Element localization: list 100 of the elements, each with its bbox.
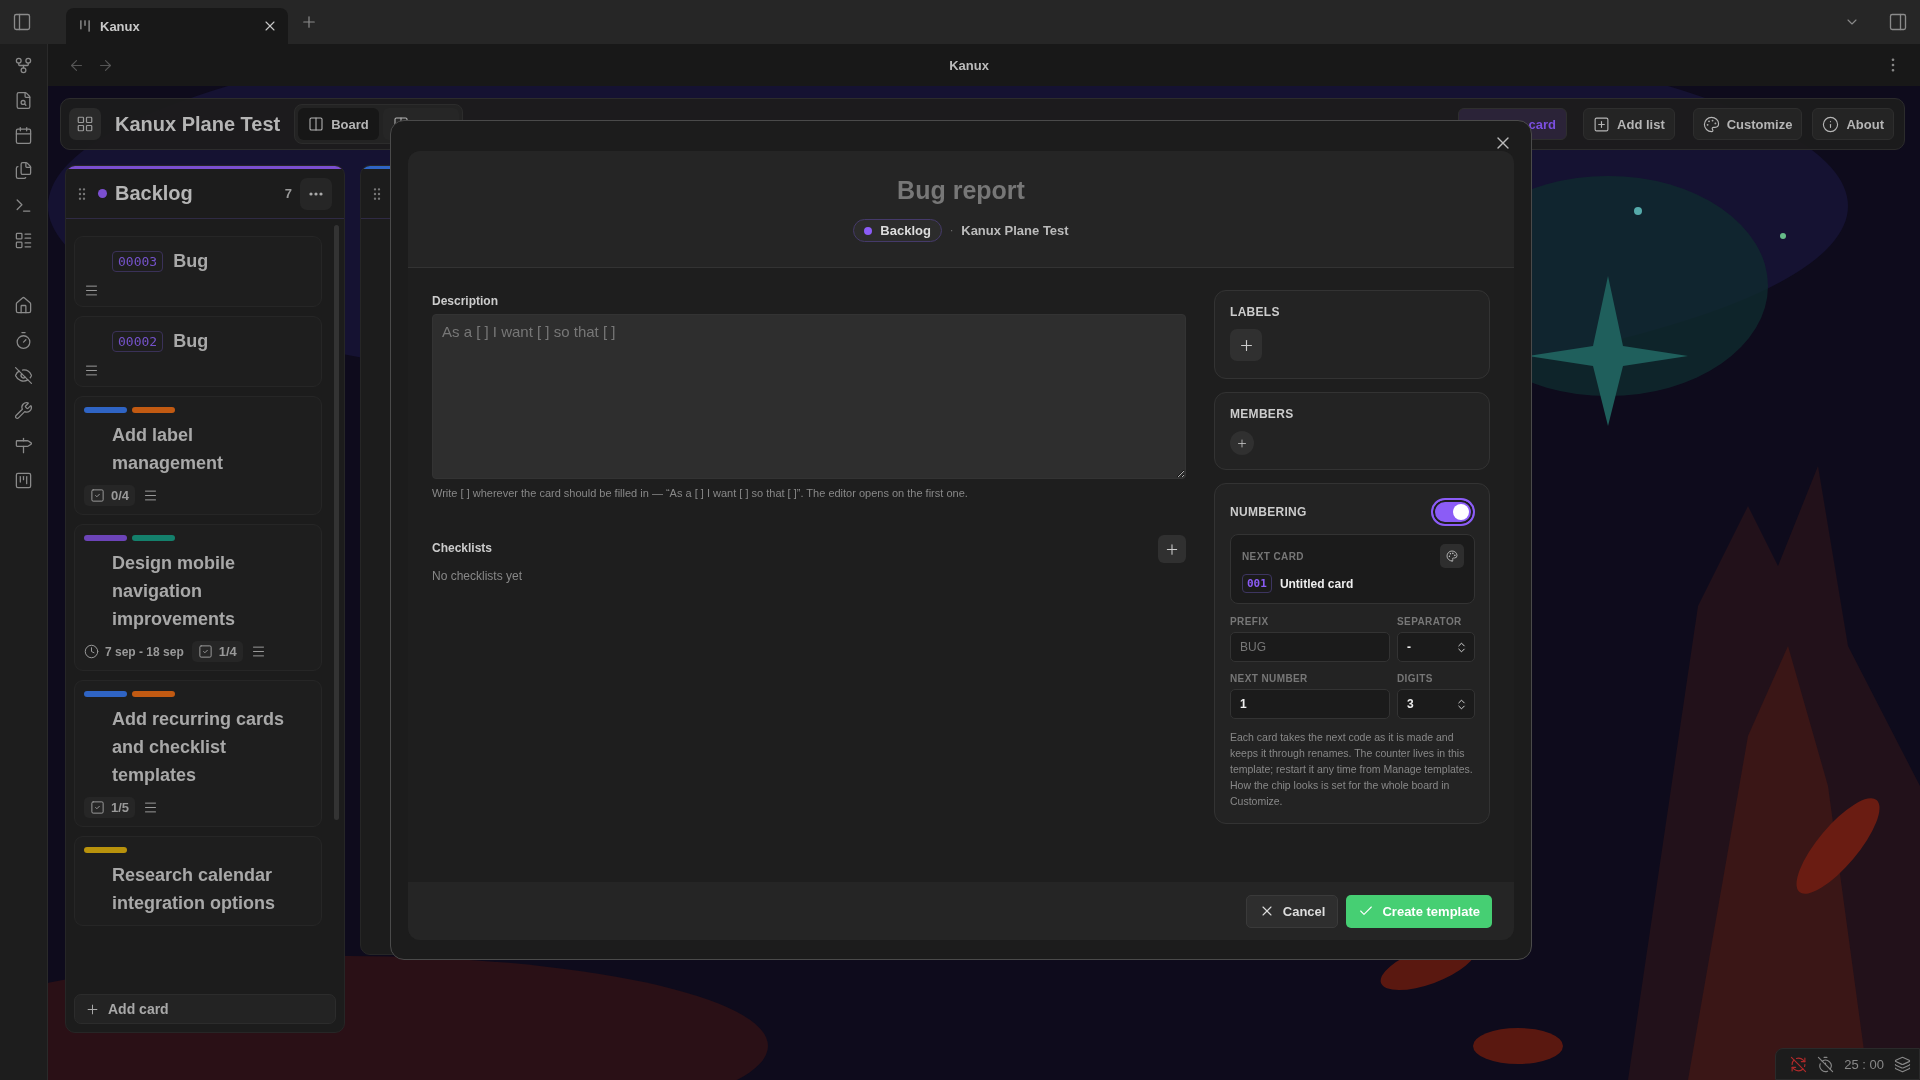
description-icon (250, 644, 266, 659)
field-label: Description (432, 294, 499, 308)
header-button[interactable]: Add list (1583, 108, 1675, 140)
field-label: SEPARATOR (1397, 616, 1463, 627)
layers-icon[interactable] (1894, 1055, 1911, 1073)
checklist-icon (90, 488, 105, 503)
header-button[interactable]: About (1812, 108, 1894, 140)
field-label: NEXT NUMBER (1230, 673, 1309, 684)
card-title: Design mobile navigation improvements (112, 552, 237, 631)
add-label-button[interactable] (1230, 329, 1262, 361)
separator-dot: · (949, 225, 954, 236)
calendar-icon[interactable] (14, 126, 33, 145)
panel-heading: LABELS (1230, 305, 1281, 319)
timer-icon[interactable] (14, 331, 33, 350)
card-title: Add label management (112, 424, 225, 475)
fork-icon[interactable] (14, 56, 33, 75)
eye-off-icon[interactable] (14, 366, 33, 385)
new-tab-icon[interactable] (300, 13, 318, 31)
chevrons-icon (1455, 640, 1468, 654)
next-number-field[interactable]: 1 (1230, 689, 1390, 719)
preview-label: NEXT CARD (1242, 550, 1304, 562)
columns-icon (308, 116, 325, 132)
add-list-icon (1593, 115, 1611, 133)
field-label: DIGITS (1397, 673, 1434, 684)
card-title: Research calendar integration options (112, 864, 276, 915)
field-label: PREFIX (1230, 616, 1270, 627)
timer-reading: 25 : 00 (1844, 1056, 1884, 1072)
panel-heading: NUMBERING (1230, 505, 1307, 519)
sidebar-toggle-icon[interactable] (12, 12, 32, 32)
chevrons-icon (1455, 697, 1468, 711)
palette-icon (1702, 115, 1720, 133)
view-title: Kanux (948, 57, 990, 73)
checklist-icon (197, 644, 213, 659)
card[interactable]: Research calendar integration options (74, 836, 322, 926)
files-icon[interactable] (14, 161, 33, 180)
numbering-toggle[interactable] (1431, 498, 1475, 526)
card-title: Bug (173, 250, 209, 273)
list-name: Backlog (880, 223, 931, 238)
description-icon (143, 800, 159, 815)
card[interactable]: 00003 Bug (74, 236, 322, 307)
kanban-icon (78, 19, 92, 33)
card[interactable]: 00002 Bug (74, 316, 322, 387)
digits-select[interactable]: 3 (1397, 689, 1475, 719)
card-title: Add recurring cards and checklist templates (112, 708, 286, 787)
checklist-count: 1/5 (84, 797, 136, 818)
cancel-button[interactable]: Cancel (1245, 894, 1339, 928)
board-menu-button[interactable] (69, 108, 101, 140)
wrench-icon[interactable] (14, 401, 33, 420)
palette-icon (1446, 549, 1458, 563)
card-count: 7 (284, 186, 292, 201)
section-title: Checklists (432, 541, 493, 555)
kanban-icon[interactable] (14, 471, 33, 490)
checklist-count: 0/4 (84, 485, 136, 506)
description-icon (84, 363, 99, 378)
view-tab[interactable]: Board (298, 108, 379, 140)
prefix-field[interactable]: BUG (1230, 632, 1390, 662)
right-sidebar-toggle-icon[interactable] (1888, 12, 1908, 32)
terminal-icon[interactable] (14, 196, 33, 215)
signpost-icon[interactable] (14, 436, 33, 455)
header-button[interactable]: Customize (1692, 108, 1803, 140)
due-dates: 7 sep - 18 sep (84, 644, 184, 659)
home-icon[interactable] (14, 296, 33, 315)
separator-select[interactable]: - (1397, 632, 1475, 662)
description-icon (143, 488, 159, 503)
checklist-count: 1/4 (191, 641, 243, 662)
info-icon (1822, 115, 1840, 133)
card-code: 00003 (112, 250, 164, 272)
file-search-icon[interactable] (14, 91, 33, 110)
add-member-button[interactable] (1230, 431, 1254, 455)
grid-icon (76, 115, 94, 133)
list-title: Backlog (115, 182, 194, 205)
card-title: Untitled card (1279, 576, 1354, 591)
list-menu-button[interactable] (300, 177, 332, 210)
app-tab[interactable]: Kanux (66, 8, 288, 44)
timer-off-icon[interactable] (1817, 1055, 1835, 1073)
card-code: 001 (1242, 574, 1272, 593)
scrollbar[interactable] (334, 225, 339, 820)
sync-off-icon[interactable] (1790, 1055, 1808, 1073)
list-icon[interactable] (14, 231, 33, 250)
ellipsis-icon (309, 191, 323, 196)
checklist-icon (90, 800, 105, 815)
chip-style-button[interactable] (1440, 544, 1464, 568)
card-code: 00002 (112, 330, 164, 352)
card[interactable]: Add recurring cards and checklist templates 1/5 (74, 680, 322, 827)
field-hint: Write [ ] wherever the card should be filled in — “As a [ ] I want [ ] so that [ ]”. The editor opens on the first one. (432, 487, 969, 499)
add-card-button[interactable]: Add card (74, 994, 336, 1024)
clock-icon (84, 644, 99, 659)
panel-heading: MEMBERS (1230, 407, 1295, 421)
numbering-note: Each card takes the next code as it is made and keeps it through renames. The counter lives in this template; restart it any time from Manage templates. How the chip looks is set for the whole board in Customize. (1230, 730, 1474, 809)
board-title: Kanux Plane Test (115, 112, 281, 136)
description-icon (84, 283, 99, 298)
empty-message: No checklists yet (432, 569, 524, 583)
card[interactable]: Add label management 0/4 (74, 396, 322, 515)
card-title: Bug (173, 330, 209, 353)
plus-icon (85, 1001, 100, 1017)
board-name: Kanux Plane Test (961, 223, 1069, 238)
add-checklist-button[interactable] (1158, 535, 1186, 563)
description-field[interactable]: As a [ ] I want [ ] so that [ ] (432, 314, 1186, 479)
dialog-title: Bug report (897, 176, 1025, 205)
card[interactable]: Design mobile navigation improvements 7 sep - 18 sep 1/4 (74, 524, 322, 671)
